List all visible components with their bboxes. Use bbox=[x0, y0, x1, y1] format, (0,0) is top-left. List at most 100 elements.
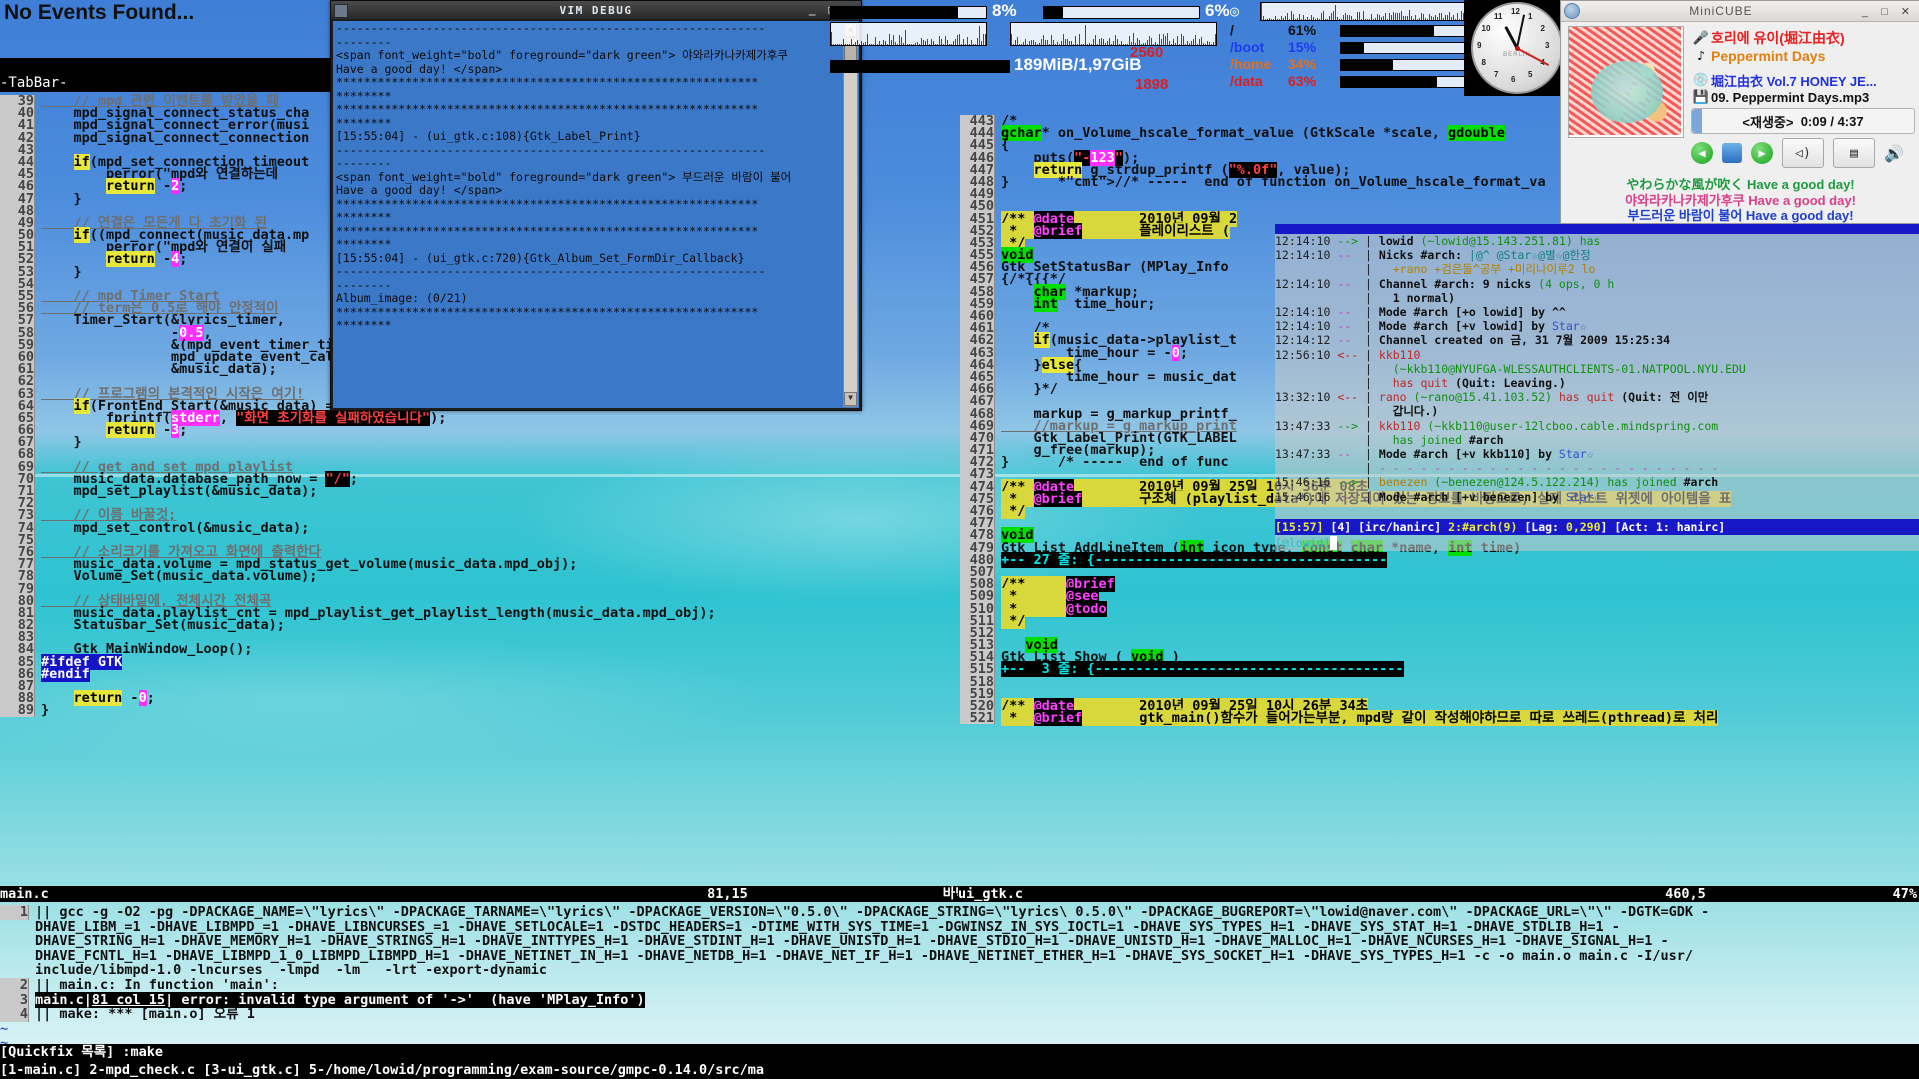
irc-window-count: [4] bbox=[1330, 520, 1352, 534]
irc-separator: | bbox=[1365, 290, 1379, 305]
code-line: 480 +-- 27 줄: {--------------------------… bbox=[960, 551, 1919, 568]
irc-line: 15:46:16 -- | Mode #arch [+v benezen] by… bbox=[1275, 490, 1919, 504]
volume-icon[interactable]: 🔊 bbox=[1884, 144, 1904, 163]
irc-direction bbox=[1337, 262, 1358, 276]
clock-numeral: 1 bbox=[1528, 11, 1533, 21]
irc-timestamp: 12:14:10 bbox=[1275, 276, 1331, 291]
vim-tabline[interactable]: [1:main.c]*[2:mpd_check.c ][3:ui_gtk. bbox=[0, 58, 346, 91]
irc-line: 12:14:10 --> | lowid (~lowid@15.143.251.… bbox=[1275, 234, 1919, 248]
quickfix-row[interactable]: DHAVE_FCNTL_H=1 -DHAVE_LIBMPD_1_0_LIBMPD… bbox=[0, 949, 1919, 964]
irc-text: (~rano@15.41.103.52) bbox=[1413, 390, 1559, 405]
irc-text: (~kkb110@user-12lcboo.cable.mindspring.c… bbox=[1427, 418, 1719, 433]
irc-separator: | bbox=[1365, 276, 1379, 291]
album-art[interactable] bbox=[1568, 26, 1684, 138]
irc-separator: | bbox=[1365, 418, 1379, 433]
irc-text: has joined bbox=[1607, 475, 1684, 490]
irc-line: | (~kkb110@NYUFGA-WLESSAUTHCLIENTS-01.NA… bbox=[1275, 362, 1919, 376]
code-line: 71 mpd_set_playlist(&music_data); bbox=[0, 484, 955, 498]
elapsed-time: 0:09 bbox=[1800, 113, 1827, 129]
desktop-clock: 121234567891011 BERLIN bbox=[1464, 0, 1563, 96]
quickfix-row[interactable]: 3 main.c|81 col 15| error: invalid type a… bbox=[0, 991, 1919, 1008]
minicube-titlebar[interactable]: MiniCUBE _ □ ✕ bbox=[1561, 1, 1919, 22]
code-line: 82 Statusbar_Set(music_data); bbox=[0, 618, 955, 632]
system-monitor: 8% 6% 2560 189MiB/1,97GiB 1898 ◎ 723KiB … bbox=[830, 0, 1610, 93]
irc-timestamp: 15:46:16 bbox=[1275, 475, 1331, 490]
clock-numeral: 2 bbox=[1540, 24, 1545, 33]
irc-timestamp bbox=[1275, 262, 1330, 276]
mount-point: /boot bbox=[1230, 39, 1265, 55]
vim-debug-titlebar[interactable]: VIM DEBUG _ □ ✕ bbox=[331, 1, 861, 19]
irc-separator: | bbox=[1365, 319, 1379, 334]
debug-log-line: ----------------------------------------… bbox=[336, 21, 766, 35]
irc-direction: -- bbox=[1337, 305, 1359, 320]
irc-timestamp bbox=[1275, 461, 1330, 475]
irc-activity: [Act: 1: hanirc] bbox=[1614, 520, 1726, 534]
window-menu-icon[interactable] bbox=[334, 4, 348, 18]
track-row: ♪ Peppermint Days bbox=[1691, 48, 1825, 64]
cpu1-percent: 8% bbox=[992, 1, 1017, 20]
clock-numeral: 5 bbox=[1528, 70, 1533, 80]
seek-slider[interactable]: <재생중> 0:09 / 4:37 bbox=[1691, 108, 1915, 134]
code-line: 518 bbox=[960, 675, 1919, 688]
minicube-player-window[interactable]: MiniCUBE _ □ ✕ 🎤 호리에 유이(堀江由衣) ♪ Peppermi… bbox=[1560, 0, 1919, 224]
clock-numeral: 8 bbox=[1481, 58, 1486, 67]
irc-text: Mode #arch [+v lowid] by bbox=[1378, 319, 1552, 334]
clock-numeral: 6 bbox=[1511, 75, 1516, 84]
quickfix-statusline: [Quickfix 목록] :make bbox=[0, 1044, 1919, 1061]
irc-line: | has quit (Quit: Leaving.) bbox=[1275, 376, 1919, 390]
usage-percent: 15% bbox=[1288, 39, 1317, 55]
irc-text: kkb110 bbox=[1378, 418, 1428, 433]
vim-debug-window[interactable]: VIM DEBUG _ □ ✕ ------------------------… bbox=[330, 0, 862, 411]
irc-client-window[interactable]: 12:14:10 --> | lowid (~lowid@15.143.251.… bbox=[1275, 224, 1919, 551]
code-line: 67 } bbox=[0, 435, 955, 449]
album-art-plate bbox=[1591, 61, 1663, 123]
irc-prompt: [@lowid] bbox=[1275, 536, 1331, 550]
playlist-icon[interactable]: ▤ bbox=[1833, 138, 1875, 168]
quickfix-row[interactable]: DHAVE_LIBM_=1 -DHAVE_LIBMPD_=1 -DHAVE_LI… bbox=[0, 919, 1919, 935]
quickfix-list[interactable]: 1 || gcc -g -O2 -pg -DPACKAGE_NAME=\"lyri… bbox=[0, 905, 1919, 1050]
statusline-ui-gtk-c: ui_gtk.c 460,5 47% bbox=[958, 886, 1919, 902]
mount-point: /home bbox=[1230, 56, 1272, 72]
irc-text: rano bbox=[1378, 390, 1414, 405]
irc-text: #arch bbox=[1683, 475, 1719, 490]
next-icon[interactable]: ▶ bbox=[1751, 142, 1773, 164]
irc-text: +rano +검은돌^공부 +미리나이루2 lo bbox=[1378, 262, 1596, 277]
irc-direction bbox=[1337, 291, 1358, 305]
irc-cursor bbox=[1330, 536, 1338, 550]
cpu1-bar bbox=[830, 6, 987, 19]
code-line: 521 * @brief gtk_main()함수가 들어가는부분, mpd랑 … bbox=[960, 710, 1919, 727]
quickfix-row[interactable]: DHAVE_STRING_H=1 -DHAVE_MEMORY_H=1 -DHAV… bbox=[0, 934, 1919, 949]
irc-timestamp: 13:32:10 bbox=[1275, 390, 1331, 405]
cpu1-graph bbox=[830, 22, 987, 46]
vim-tabbar-label: -TabBar- bbox=[0, 75, 345, 92]
quickfix-row[interactable]: include/libmpd-1.0 -lncurses -lmpd -lm -… bbox=[0, 963, 1919, 978]
irc-direction: --> bbox=[1337, 234, 1359, 248]
prev-icon[interactable]: ◀ bbox=[1691, 142, 1713, 164]
stop-icon[interactable] bbox=[1722, 143, 1742, 163]
playback-controls[interactable]: ◀ ▶ ◁) ▤ 🔊 bbox=[1691, 137, 1917, 169]
irc-lag: [Lag: bbox=[1524, 520, 1566, 534]
quickfix-row[interactable]: 2 || main.c: In function 'main': bbox=[0, 978, 1919, 993]
clock-center-pin bbox=[1514, 45, 1520, 51]
irc-input-line[interactable]: [@lowid] bbox=[1275, 535, 1919, 551]
irc-line: | 1 normal) bbox=[1275, 291, 1919, 305]
irc-line: 12:14:10 -- | Mode #arch [+v lowid] by S… bbox=[1275, 319, 1919, 333]
irc-time: [15:57] bbox=[1275, 520, 1324, 534]
vim-buffer-tabline[interactable]: [1-main.c] 2-mpd_check.c [3-ui_gtk.c] 5-… bbox=[0, 1061, 1919, 1079]
irc-line: | - - - - - - - - - - - - - - - - - - - … bbox=[1275, 461, 1919, 475]
debug-log-line: [15:55:04] - (ui_gtk.c:108){Gtk_Label_Pr… bbox=[336, 129, 641, 143]
irc-topbar bbox=[1275, 224, 1919, 234]
quickfix-row[interactable]: 4 || make: *** [main.o] 오류 1 bbox=[0, 1007, 1919, 1022]
lyric-line: 부드러운 바람이 불어 Have a good day! bbox=[1627, 208, 1854, 223]
irc-timestamp bbox=[1275, 404, 1330, 418]
quickfix-error-text[interactable]: main.c|81 col 15| error: invalid type ar… bbox=[35, 991, 645, 1008]
code-line: 515 +-- 3 줄: {---------------------------… bbox=[960, 661, 1919, 678]
minicube-window-controls[interactable]: _ □ ✕ bbox=[1862, 5, 1915, 18]
quickfix-row[interactable]: 1 || gcc -g -O2 -pg -DPACKAGE_NAME=\"lyri… bbox=[0, 905, 1919, 920]
debug-log-line: -------- bbox=[336, 277, 392, 292]
cpu2-bar bbox=[1043, 6, 1200, 19]
code-line: 512 bbox=[960, 626, 1919, 640]
speaker-icon[interactable]: ◁) bbox=[1782, 138, 1824, 168]
irc-text: has quit bbox=[1378, 376, 1456, 391]
scroll-down-arrow[interactable]: ▼ bbox=[844, 392, 857, 406]
